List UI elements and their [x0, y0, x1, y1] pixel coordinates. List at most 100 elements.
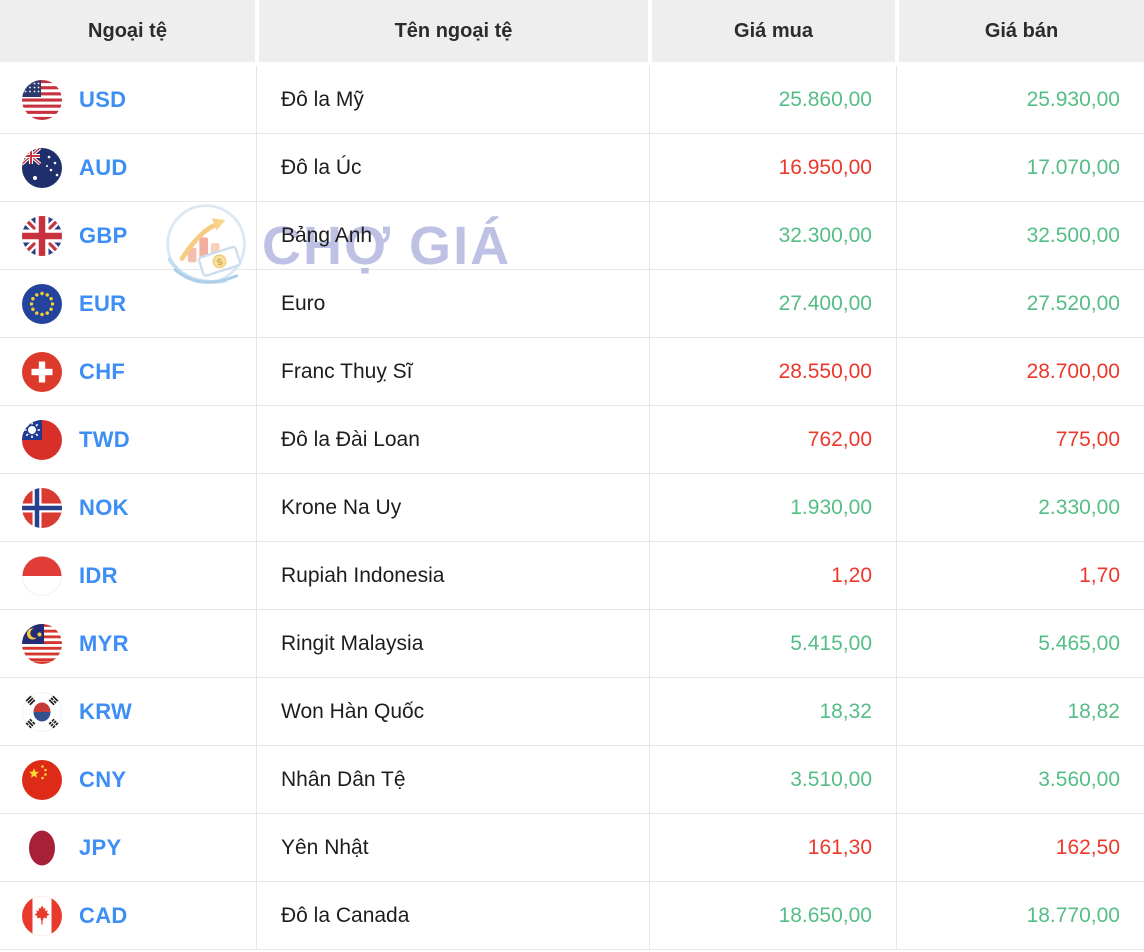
buy-price: 1,20: [831, 563, 872, 587]
currency-code: MYR: [79, 630, 129, 656]
buy-price-cell: 1.930,00: [650, 474, 897, 541]
table-row: JPY Yên Nhật 161,30 162,50: [0, 814, 1144, 882]
currency-name-cell: Đô la Đài Loan: [257, 406, 650, 473]
cn-flag-icon: [22, 759, 62, 800]
buy-price: 32.300,00: [778, 223, 872, 247]
buy-price-cell: 16.950,00: [650, 134, 897, 201]
currency-cell: CAD: [0, 882, 257, 949]
buy-price: 27.400,00: [778, 291, 872, 315]
currency-name-cell: Đô la Mỹ: [257, 66, 650, 133]
table-row: MYR Ringit Malaysia 5.415,00 5.465,00: [0, 610, 1144, 678]
currency-code: KRW: [79, 698, 133, 724]
currency-name: Krone Na Uy: [281, 495, 402, 519]
buy-price-cell: 5.415,00: [650, 610, 897, 677]
currency-name-cell: Krone Na Uy: [257, 474, 650, 541]
currency-code: JPY: [79, 834, 122, 860]
currency-code: CAD: [79, 902, 128, 928]
header-currency-name: Tên ngoại tệ: [259, 0, 648, 62]
table-row: TWD Đô la Đài Loan 762,00 775,00: [0, 406, 1144, 474]
tw-flag-icon: [22, 419, 62, 460]
sell-price: 32.500,00: [1026, 223, 1120, 247]
sell-price-cell: 18,82: [897, 678, 1144, 745]
currency-code: TWD: [79, 426, 130, 452]
currency-name-cell: Euro: [257, 270, 650, 337]
table-row: EUR Euro 27.400,00 27.520,00: [0, 270, 1144, 338]
sell-price: 18,82: [1067, 699, 1120, 723]
buy-price-cell: 27.400,00: [650, 270, 897, 337]
currency-name: Franc Thuỵ Sĩ: [281, 359, 413, 383]
buy-price-cell: 18,32: [650, 678, 897, 745]
sell-price-cell: 5.465,00: [897, 610, 1144, 677]
header-buy-price: Giá mua: [652, 0, 895, 62]
currency-name: Đô la Úc: [281, 155, 362, 179]
ch-flag-icon: [22, 351, 62, 392]
exchange-rate-page: Ngoại tệ Tên ngoại tệ Giá mua Giá bán US…: [0, 0, 1144, 952]
au-flag-icon: [22, 147, 62, 188]
sell-price: 25.930,00: [1026, 87, 1120, 111]
table-body: USD Đô la Mỹ 25.860,00 25.930,00 AUD Đô …: [0, 66, 1144, 950]
currency-code: AUD: [79, 154, 128, 180]
currency-name-cell: Bảng Anh: [257, 202, 650, 269]
sell-price: 17.070,00: [1026, 155, 1120, 179]
buy-price-cell: 762,00: [650, 406, 897, 473]
buy-price-cell: 3.510,00: [650, 746, 897, 813]
currency-cell: CNY: [0, 746, 257, 813]
header-currency: Ngoại tệ: [0, 0, 255, 62]
currency-code: IDR: [79, 562, 118, 588]
currency-name-cell: Rupiah Indonesia: [257, 542, 650, 609]
currency-name: Đô la Đài Loan: [281, 427, 420, 451]
currency-cell: NOK: [0, 474, 257, 541]
currency-cell: IDR: [0, 542, 257, 609]
sell-price: 3.560,00: [1038, 767, 1120, 791]
currency-cell: USD: [0, 66, 257, 133]
us-flag-icon: [22, 79, 62, 120]
table-row: CHF Franc Thuỵ Sĩ 28.550,00 28.700,00: [0, 338, 1144, 406]
buy-price: 1.930,00: [790, 495, 872, 519]
sell-price-cell: 3.560,00: [897, 746, 1144, 813]
currency-cell: GBP: [0, 202, 257, 269]
buy-price: 25.860,00: [778, 87, 872, 111]
currency-name-cell: Nhân Dân Tệ: [257, 746, 650, 813]
table-row: CAD Đô la Canada 18.650,00 18.770,00: [0, 882, 1144, 950]
sell-price: 18.770,00: [1026, 903, 1120, 927]
currency-cell: CHF: [0, 338, 257, 405]
currency-code: EUR: [79, 290, 127, 316]
currency-name-cell: Đô la Canada: [257, 882, 650, 949]
table-row: AUD Đô la Úc 16.950,00 17.070,00: [0, 134, 1144, 202]
sell-price-cell: 27.520,00: [897, 270, 1144, 337]
buy-price-cell: 25.860,00: [650, 66, 897, 133]
buy-price: 5.415,00: [790, 631, 872, 655]
no-flag-icon: [22, 487, 62, 528]
sell-price: 162,50: [1055, 835, 1120, 859]
currency-cell: MYR: [0, 610, 257, 677]
buy-price: 18,32: [819, 699, 872, 723]
buy-price: 28.550,00: [778, 359, 872, 383]
gb-flag-icon: [22, 215, 62, 256]
table-row: KRW Won Hàn Quốc 18,32 18,82: [0, 678, 1144, 746]
currency-name: Rupiah Indonesia: [281, 563, 445, 587]
sell-price: 2.330,00: [1038, 495, 1120, 519]
currency-cell: EUR: [0, 270, 257, 337]
sell-price-cell: 28.700,00: [897, 338, 1144, 405]
currency-code: NOK: [79, 494, 129, 520]
sell-price: 775,00: [1055, 427, 1120, 451]
table-row: USD Đô la Mỹ 25.860,00 25.930,00: [0, 66, 1144, 134]
currency-code: USD: [79, 86, 127, 112]
buy-price: 762,00: [807, 427, 872, 451]
sell-price-cell: 1,70: [897, 542, 1144, 609]
currency-name: Ringit Malaysia: [281, 631, 424, 655]
currency-name-cell: Đô la Úc: [257, 134, 650, 201]
sell-price-cell: 775,00: [897, 406, 1144, 473]
table-row: NOK Krone Na Uy 1.930,00 2.330,00: [0, 474, 1144, 542]
header-sell-price: Giá bán: [899, 0, 1144, 62]
sell-price-cell: 2.330,00: [897, 474, 1144, 541]
ca-flag-icon: [22, 895, 62, 936]
sell-price-cell: 18.770,00: [897, 882, 1144, 949]
id-flag-icon: [22, 555, 62, 596]
currency-name: Đô la Mỹ: [281, 87, 364, 111]
buy-price: 16.950,00: [778, 155, 872, 179]
buy-price-cell: 18.650,00: [650, 882, 897, 949]
buy-price: 3.510,00: [790, 767, 872, 791]
table-row: CNY Nhân Dân Tệ 3.510,00 3.560,00: [0, 746, 1144, 814]
currency-cell: TWD: [0, 406, 257, 473]
